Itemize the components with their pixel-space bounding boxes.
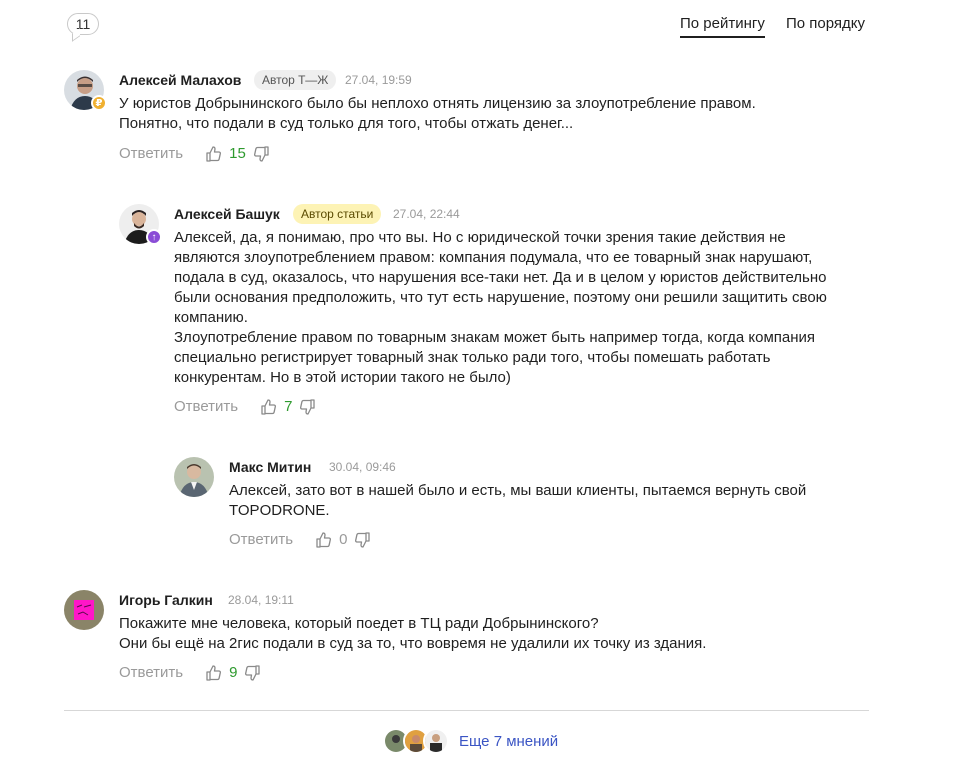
dislike-icon[interactable] bbox=[253, 145, 270, 162]
comment-line: Злоупотребление правом по товарным знака… bbox=[174, 329, 816, 346]
comment-line: подала в суд, оказалось, что нарушения в… bbox=[174, 269, 827, 286]
comment-line: Покажите мне человека, который поедет в … bbox=[119, 615, 599, 632]
comment-count: 11 bbox=[75, 16, 91, 32]
user-photo bbox=[64, 590, 104, 630]
comment-actions: Ответить 9 bbox=[119, 664, 261, 681]
comment-actions: Ответить 15 bbox=[119, 145, 270, 162]
like-icon[interactable] bbox=[315, 531, 332, 548]
comment-line: конкурентам. Но в этой истории такого не… bbox=[174, 369, 511, 386]
reply-button[interactable]: Ответить bbox=[119, 664, 183, 681]
comment-text: Алексей, зато вот в нашей было и есть, м… bbox=[229, 481, 869, 521]
comment-text: У юристов Добрынинского было бы неплохо … bbox=[119, 94, 859, 134]
sort-by-order-tab[interactable]: По порядку bbox=[786, 15, 865, 32]
divider bbox=[64, 710, 869, 711]
like-icon[interactable] bbox=[260, 398, 277, 415]
comment-line: Алексей, да, я понимаю, про что вы. Но с… bbox=[174, 229, 786, 246]
like-icon[interactable] bbox=[205, 145, 222, 162]
rating-score: 0 bbox=[339, 531, 348, 548]
comment-line: специально регистрирует товарный знак то… bbox=[174, 349, 771, 366]
comment-line: являются злоупотреблением правом: компан… bbox=[174, 249, 813, 266]
comment-actions: Ответить 7 bbox=[174, 398, 316, 415]
reply-button[interactable]: Ответить bbox=[229, 531, 293, 548]
rating-score: 15 bbox=[229, 145, 246, 162]
dislike-icon[interactable] bbox=[300, 398, 316, 415]
dislike-icon[interactable] bbox=[245, 664, 261, 681]
comment-line: У юристов Добрынинского было бы неплохо … bbox=[119, 95, 756, 112]
comment-line: Они бы ещё на 2гис подали в суд за то, ч… bbox=[119, 635, 707, 652]
comment-author[interactable]: Макс Митин bbox=[229, 459, 311, 475]
comment-line: были основания предположить, что тут ест… bbox=[174, 289, 827, 306]
user-photo bbox=[174, 457, 214, 497]
comment-count-badge: 11 bbox=[67, 13, 99, 35]
comment-author[interactable]: Игорь Галкин bbox=[119, 592, 213, 608]
arrow-up-badge-icon: ↑ bbox=[146, 229, 162, 245]
comment-line: Алексей, зато вот в нашей было и есть, м… bbox=[229, 482, 807, 499]
reply-button[interactable]: Ответить bbox=[119, 145, 183, 162]
author-tag: Автор статьи bbox=[293, 204, 382, 224]
author-tag: Автор Т—Ж bbox=[254, 70, 337, 90]
avatar[interactable] bbox=[174, 457, 214, 497]
avatar bbox=[423, 728, 449, 754]
sort-by-rating-tab[interactable]: По рейтингу bbox=[680, 15, 765, 38]
comment-text: Покажите мне человека, который поедет в … bbox=[119, 614, 869, 654]
dislike-icon[interactable] bbox=[355, 531, 371, 548]
rating-score: 9 bbox=[229, 664, 238, 681]
rating-score: 7 bbox=[284, 398, 293, 415]
comment-line: Понятно, что подали в суд только для тог… bbox=[119, 115, 574, 132]
more-comments-link[interactable]: Еще 7 мнений bbox=[459, 733, 558, 750]
comment-author[interactable]: Алексей Башук bbox=[174, 206, 280, 222]
comment-date[interactable]: 27.04, 22:44 bbox=[393, 207, 460, 221]
comment-date[interactable]: 28.04, 19:11 bbox=[228, 593, 294, 607]
like-icon[interactable] bbox=[205, 664, 222, 681]
comment-date[interactable]: 30.04, 09:46 bbox=[329, 460, 396, 474]
comment-actions: Ответить 0 bbox=[229, 531, 371, 548]
comment-text: Алексей, да, я понимаю, про что вы. Но с… bbox=[174, 228, 874, 388]
avatar[interactable]: ₽ bbox=[64, 70, 107, 111]
comment-line: компанию. bbox=[174, 309, 248, 326]
avatar[interactable] bbox=[64, 590, 104, 630]
more-comments[interactable]: Еще 7 мнений bbox=[383, 728, 558, 754]
ruble-badge-icon: ₽ bbox=[91, 95, 107, 111]
comment-author[interactable]: Алексей Малахов bbox=[119, 72, 241, 88]
comment-line: TOPODRONE. bbox=[229, 502, 330, 519]
avatar[interactable]: ↑ bbox=[119, 204, 162, 245]
reply-button[interactable]: Ответить bbox=[174, 398, 238, 415]
comment-date[interactable]: 27.04, 19:59 bbox=[345, 73, 412, 87]
